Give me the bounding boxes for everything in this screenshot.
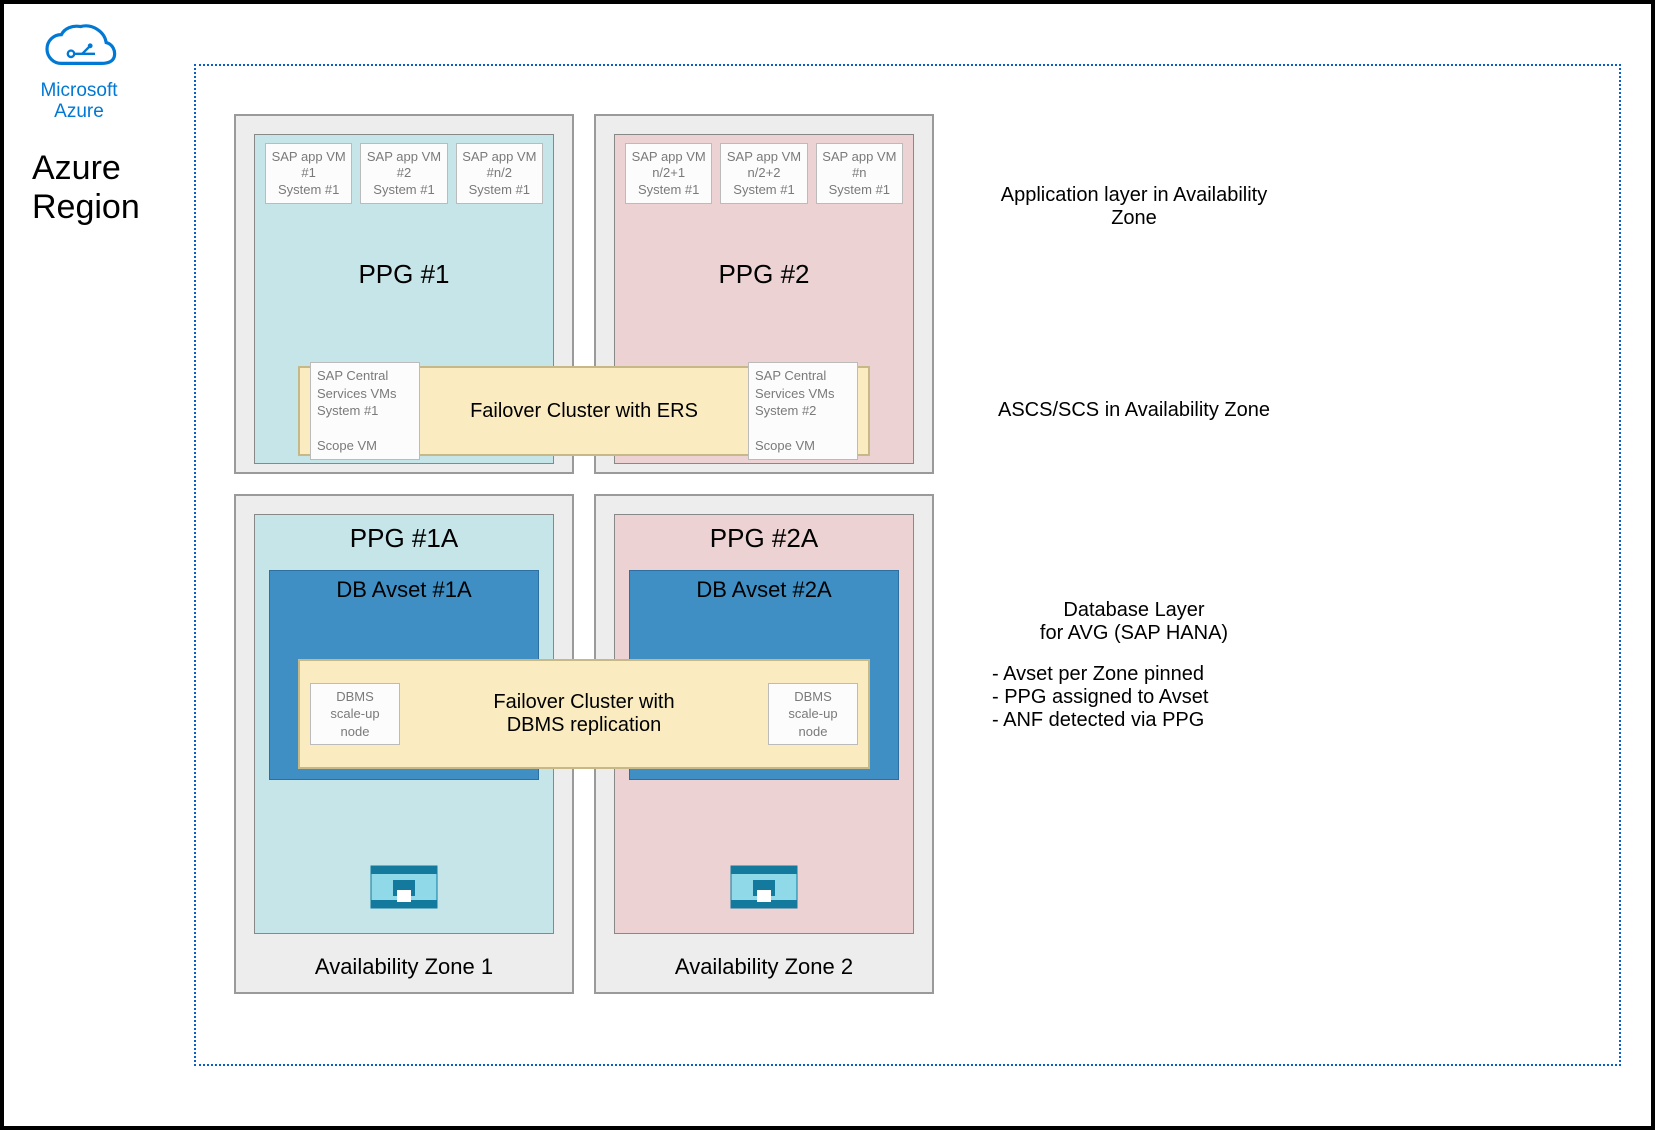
azure-logo-text: Microsoft Azure [39,81,119,123]
failover-ers-label: Failover Cluster with ERS [430,400,738,423]
ppg2a-title: PPG #2A [615,523,913,554]
diagram-canvas: Microsoft Azure Azure Region SAP app VM … [0,0,1655,1130]
db-bullet-list: Avset per Zone pinned PPG assigned to Av… [964,663,1304,732]
zone2-label: Availability Zone 2 [596,954,932,980]
azure-region-label: Azure Region [32,149,140,227]
failover-ers-bar: SAP Central Services VMs System #1 Scope… [298,366,870,456]
db-bullet: PPG assigned to Avset [992,686,1304,709]
sap-app-vm: SAP app VM #2 System #1 [360,143,447,204]
azure-cloud-icon [39,24,119,74]
failover-db-bar: DBMS scale-up node Failover Cluster with… [298,659,870,769]
label-db-header: Database Layer for AVG (SAP HANA) [964,599,1304,645]
failover-db-label: Failover Cluster with DBMS replication [410,691,758,737]
azure-logo: Microsoft Azure [39,24,119,123]
sap-app-vm: SAP app VM #n/2 System #1 [456,143,543,204]
scs-vm-left: SAP Central Services VMs System #1 Scope… [310,362,420,460]
sap-app-vm: SAP app VM #1 System #1 [265,143,352,204]
db-avset-1a-title: DB Avset #1A [270,571,538,603]
label-db-layer: Database Layer for AVG (SAP HANA) Avset … [964,599,1304,732]
sap-app-vm: SAP app VM n/2+2 System #1 [720,143,807,204]
label-app-layer: Application layer in Availability Zone [964,184,1304,230]
db-bullet: ANF detected via PPG [992,709,1304,732]
db-bullet: Avset per Zone pinned [992,663,1304,686]
ppg2-title: PPG #2 [615,259,913,290]
sap-app-vm: SAP app VM n/2+1 System #1 [625,143,712,204]
ppg1-title: PPG #1 [255,259,553,290]
ppg2-vm-row: SAP app VM n/2+1 System #1 SAP app VM n/… [615,135,913,204]
sap-app-vm: SAP app VM #n System #1 [816,143,903,204]
server-icon [729,860,799,915]
ppg1a-title: PPG #1A [255,523,553,554]
zone1-label: Availability Zone 1 [236,954,572,980]
db-avset-2a-title: DB Avset #2A [630,571,898,603]
scs-vm-right: SAP Central Services VMs System #2 Scope… [748,362,858,460]
dbms-node-left: DBMS scale-up node [310,683,400,746]
server-icon [369,860,439,915]
label-ascs: ASCS/SCS in Availability Zone [964,399,1304,422]
dbms-node-right: DBMS scale-up node [768,683,858,746]
ppg1-vm-row: SAP app VM #1 System #1 SAP app VM #2 Sy… [255,135,553,204]
